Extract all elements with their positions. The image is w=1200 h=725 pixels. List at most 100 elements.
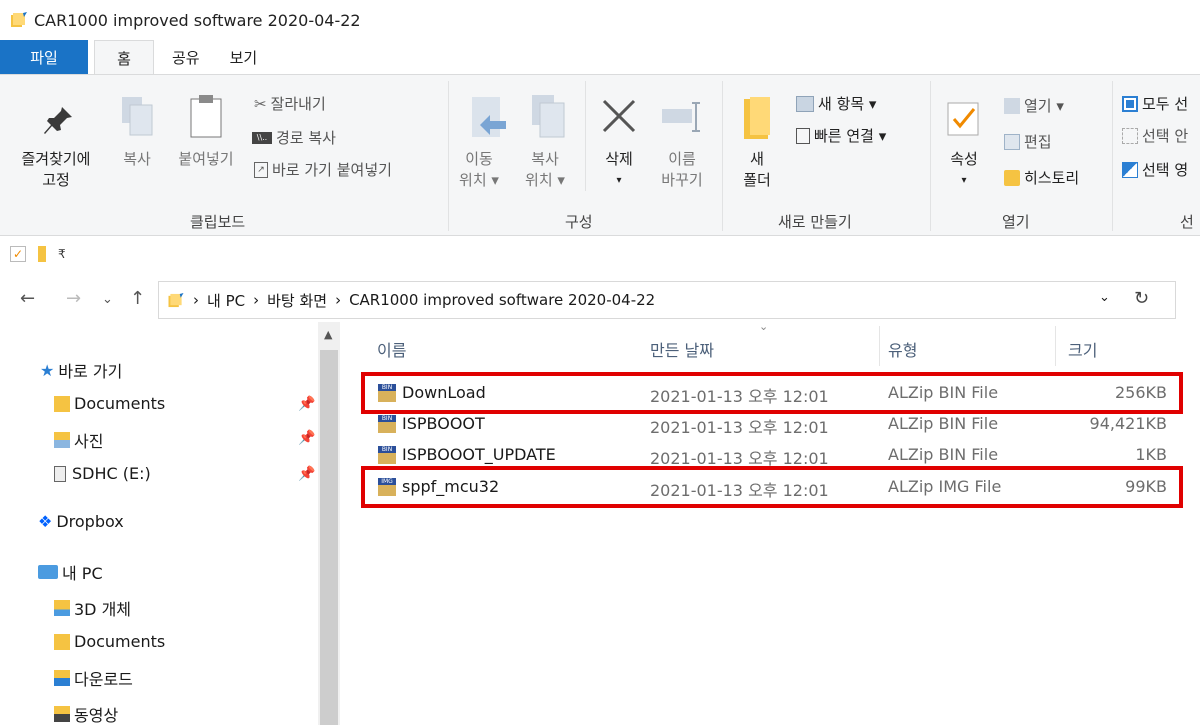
back-icon[interactable]: ← bbox=[20, 288, 35, 309]
navigation-bar: ← → ⌄ ↑ › 내 PC › 바탕 화면 › CAR1000 improve… bbox=[0, 278, 1200, 320]
copy-to-button[interactable]: 복사 위치 ▾ bbox=[520, 149, 570, 191]
copy-path-label: 경로 복사 bbox=[276, 129, 336, 147]
copy-button[interactable]: 복사 bbox=[117, 149, 157, 170]
videos-folder-icon bbox=[54, 706, 70, 722]
cut-button[interactable]: ✂ 잘라내기 bbox=[254, 93, 326, 114]
column-header-type[interactable]: 유형 bbox=[888, 337, 917, 361]
easy-access-button[interactable]: 빠른 연결 ▾ bbox=[796, 125, 886, 146]
refresh-icon[interactable]: ↻ bbox=[1134, 288, 1149, 309]
quick-access-toolbar: ✓ ₹ bbox=[0, 236, 1200, 272]
cut-label: 잘라내기 bbox=[270, 95, 326, 113]
nav-item-videos[interactable]: 동영상 bbox=[54, 702, 118, 725]
new-item-button[interactable]: 새 항목 ▾ bbox=[796, 93, 876, 114]
copy-path-button[interactable]: \\.. 경로 복사 bbox=[252, 127, 336, 148]
star-icon: ★ bbox=[40, 360, 55, 380]
file-size: 94,421KB bbox=[1089, 414, 1167, 433]
paste-button[interactable]: 붙여넣기 bbox=[170, 149, 242, 170]
up-icon[interactable]: ↑ bbox=[130, 288, 145, 309]
file-row[interactable]: BIN ISPBOOOT 2021-01-13 오후 12:01 ALZip B… bbox=[345, 411, 1200, 437]
rename-button[interactable]: 이름 바꾸기 bbox=[652, 149, 712, 191]
select-all-icon bbox=[1122, 95, 1138, 112]
pin-label-2: 고정 bbox=[42, 171, 70, 189]
folder-icon bbox=[11, 12, 27, 27]
file-name-cell: BIN ISPBOOOT bbox=[378, 414, 485, 433]
properties-small-icon[interactable]: ✓ bbox=[10, 246, 26, 262]
select-all-button[interactable]: 모두 선 bbox=[1122, 93, 1188, 114]
sort-indicator-icon: ⌄ bbox=[759, 320, 769, 333]
properties-button[interactable]: 속성 ▾ bbox=[942, 149, 986, 191]
nav-dropbox-label: Dropbox bbox=[56, 512, 124, 531]
nav-pc-documents-label: Documents bbox=[74, 632, 166, 651]
divider bbox=[585, 81, 586, 191]
breadcrumb-current-folder[interactable]: CAR1000 improved software 2020-04-22 bbox=[349, 291, 655, 309]
column-divider[interactable] bbox=[1055, 326, 1056, 366]
ribbon: 즐겨찾기에 고정 복사 붙여넣기 ✂ 잘라내기 \\.. 경로 복사 ↗ 바로 … bbox=[0, 74, 1200, 236]
file-name: ISPBOOOT_UPDATE bbox=[402, 445, 556, 464]
invert-selection-button[interactable]: 선택 영 bbox=[1122, 159, 1188, 180]
nav-item-dropbox[interactable]: ❖ Dropbox bbox=[38, 512, 124, 531]
column-header-date[interactable]: 만든 날짜 bbox=[650, 337, 714, 361]
scroll-up-icon[interactable]: ▲ bbox=[324, 328, 332, 341]
move-label-1: 이동 bbox=[465, 150, 493, 168]
nav-item-3d-objects[interactable]: 3D 개체 bbox=[54, 596, 131, 620]
column-header-size[interactable]: 크기 bbox=[1068, 337, 1097, 361]
paste-shortcut-button[interactable]: ↗ 바로 가기 붙여넣기 bbox=[254, 159, 392, 180]
dropbox-icon: ❖ bbox=[38, 512, 53, 531]
scrollbar-thumb[interactable] bbox=[320, 350, 338, 725]
file-type: ALZip BIN File bbox=[888, 445, 999, 464]
column-header-name[interactable]: 이름 bbox=[377, 337, 406, 361]
new-folder-small-icon[interactable] bbox=[38, 246, 46, 262]
open-label: 열기 ▾ bbox=[1024, 97, 1064, 115]
tab-file[interactable]: 파일 bbox=[0, 40, 88, 75]
select-all-label: 모두 선 bbox=[1142, 95, 1189, 113]
tab-share[interactable]: 공유 bbox=[154, 40, 218, 75]
select-none-button[interactable]: 선택 안 bbox=[1122, 125, 1188, 146]
nav-documents-label: Documents bbox=[74, 394, 166, 413]
rename-label-1: 이름 bbox=[668, 150, 696, 168]
nav-item-this-pc[interactable]: 내 PC bbox=[38, 560, 103, 584]
copy-to-label-1: 복사 bbox=[531, 150, 559, 168]
computer-icon bbox=[38, 565, 58, 579]
new-item-label: 새 항목 ▾ bbox=[818, 95, 877, 113]
new-item-icon bbox=[796, 95, 814, 112]
downloads-folder-icon bbox=[54, 670, 70, 686]
new-folder-button[interactable]: 새 폴더 bbox=[734, 149, 780, 191]
move-to-button[interactable]: 이동 위치 ▾ bbox=[456, 149, 502, 191]
ribbon-tabs: 파일 홈 공유 보기 bbox=[0, 40, 1200, 75]
breadcrumb-desktop[interactable]: 바탕 화면 bbox=[267, 290, 327, 311]
forward-icon[interactable]: → bbox=[66, 288, 81, 309]
nav-quick-access[interactable]: ★ 바로 가기 bbox=[40, 358, 122, 382]
recent-locations-icon[interactable]: ⌄ bbox=[102, 292, 113, 307]
customize-toolbar-icon[interactable]: ₹ bbox=[58, 247, 66, 261]
pin-icon bbox=[44, 107, 72, 134]
nav-item-sdhc[interactable]: SDHC (E:) bbox=[54, 464, 151, 483]
delete-button[interactable]: 삭제 ▾ bbox=[598, 149, 640, 191]
nav-scrollbar[interactable]: ▲ bbox=[318, 322, 340, 725]
nav-item-documents[interactable]: Documents bbox=[54, 394, 165, 413]
documents-folder-icon bbox=[54, 633, 70, 650]
divider bbox=[448, 81, 449, 231]
tab-home[interactable]: 홈 bbox=[94, 40, 154, 75]
nav-item-pictures[interactable]: 사진 bbox=[54, 428, 103, 452]
move-to-icon bbox=[472, 97, 506, 137]
breadcrumb-this-pc[interactable]: 내 PC bbox=[207, 290, 245, 311]
file-row[interactable]: BIN ISPBOOOT_UPDATE 2021-01-13 오후 12:01 … bbox=[345, 442, 1200, 468]
open-button[interactable]: 열기 ▾ bbox=[1004, 95, 1064, 116]
nav-pictures-label: 사진 bbox=[74, 432, 104, 451]
column-divider[interactable] bbox=[879, 326, 880, 366]
history-button[interactable]: 히스토리 bbox=[1004, 167, 1079, 188]
edit-button[interactable]: 편집 bbox=[1004, 131, 1052, 152]
address-bar[interactable]: › 내 PC › 바탕 화면 › CAR1000 improved softwa… bbox=[158, 281, 1176, 319]
address-dropdown-icon[interactable]: ⌄ bbox=[1099, 290, 1110, 305]
divider bbox=[930, 81, 931, 231]
copy-path-icon: \\.. bbox=[252, 131, 272, 144]
nav-downloads-label: 다운로드 bbox=[74, 670, 133, 689]
nav-item-pc-documents[interactable]: Documents bbox=[54, 632, 165, 651]
3d-objects-folder-icon bbox=[54, 600, 70, 616]
history-label: 히스토리 bbox=[1024, 169, 1080, 187]
nav-this-pc-label: 내 PC bbox=[62, 564, 103, 583]
tab-view[interactable]: 보기 bbox=[218, 40, 270, 75]
alzip-bin-file-icon: BIN bbox=[378, 414, 396, 433]
pin-quick-access-button[interactable]: 즐겨찾기에 고정 bbox=[8, 149, 104, 191]
nav-item-downloads[interactable]: 다운로드 bbox=[54, 666, 133, 690]
